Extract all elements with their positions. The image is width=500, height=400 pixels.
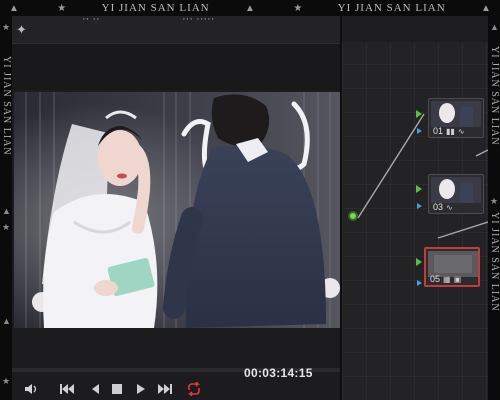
- node-03-thumbnail: [431, 177, 481, 203]
- watermark-top-strip: ▲ ★ YI JIAN SAN LIAN ▲ ★ YI JIAN SAN LIA…: [0, 0, 500, 16]
- window-icon: ▣: [453, 274, 462, 284]
- video-frame-image: [14, 92, 340, 328]
- node-01-thumbnail: [431, 101, 481, 127]
- skip-forward-icon[interactable]: [158, 383, 172, 395]
- node-03-key-port[interactable]: [417, 203, 422, 209]
- star-icon: ★: [293, 2, 303, 14]
- curve-icon: ∿: [446, 202, 453, 212]
- skip-back-icon[interactable]: [60, 383, 74, 395]
- viewer-toolbar: ✦ ·· ·· ··· ·····: [12, 13, 340, 44]
- histogram-icon: ▮▮: [446, 126, 455, 136]
- node-03-number: 03: [433, 202, 444, 212]
- thumbs-up-icon: ▲: [481, 2, 491, 14]
- node-graph-toolbar: [342, 16, 488, 42]
- loop-icon[interactable]: [186, 382, 202, 396]
- viewer-panel: ✦ ·· ·· ··· ·····: [12, 13, 340, 400]
- watermark-text-right-2: YI JIAN SAN LIAN: [489, 212, 500, 312]
- thumbs-up-icon: ▲: [2, 206, 11, 216]
- node-03-label-row: 03 ∿: [433, 202, 453, 212]
- watermark-right-strip: ▲ YI JIAN SAN LIAN ★ YI JIAN SAN LIAN: [488, 16, 500, 400]
- node-05-input-port[interactable]: [416, 258, 422, 266]
- node-01-input-port[interactable]: [416, 110, 422, 118]
- play-icon[interactable]: [136, 383, 146, 395]
- magic-wand-icon[interactable]: ✦: [16, 22, 27, 38]
- grid-icon: ▦: [443, 274, 451, 284]
- node-graph-source-input[interactable]: [348, 211, 358, 221]
- watermark-text-top-left: YI JIAN SAN LIAN: [101, 2, 210, 14]
- timecode-display: 00:03:14:15: [244, 366, 313, 380]
- curve-icon: ∿: [457, 126, 465, 136]
- watermark-text-right: YI JIAN SAN LIAN: [489, 46, 500, 146]
- viewer-empty-area: [12, 44, 340, 90]
- star-icon: ★: [2, 376, 11, 386]
- watermark-left-strip: ★ YI JIAN SAN LIAN ▲ ★ ▲ ★: [0, 16, 12, 400]
- watermark-text-left: YI JIAN SAN LIAN: [1, 56, 12, 156]
- speaker-icon[interactable]: [24, 383, 38, 395]
- star-icon: ★: [57, 2, 67, 14]
- node-05-label-row: 05 ▦ ▣: [430, 274, 461, 284]
- thumbs-up-icon: ▲: [9, 2, 19, 14]
- node-03-input-port[interactable]: [416, 185, 422, 193]
- node-01-number: 01: [433, 126, 444, 136]
- step-back-icon[interactable]: [90, 383, 100, 395]
- stop-icon[interactable]: [112, 384, 122, 394]
- node-05[interactable]: 05 ▦ ▣: [424, 247, 480, 287]
- star-icon: ★: [2, 222, 11, 232]
- node-01-key-port[interactable]: [417, 128, 422, 134]
- thumbs-up-icon: ▲: [2, 316, 11, 326]
- watermark-text-top-right: YI JIAN SAN LIAN: [337, 2, 446, 14]
- thumbs-up-icon: ▲: [490, 22, 499, 32]
- thumbs-up-icon: ▲: [245, 2, 255, 14]
- video-preview-frame[interactable]: [14, 92, 340, 328]
- node-01-label-row: 01 ▮▮ ∿: [433, 126, 465, 136]
- node-01[interactable]: 01 ▮▮ ∿: [428, 98, 484, 138]
- node-05-key-port[interactable]: [417, 280, 422, 286]
- node-03[interactable]: 03 ∿: [428, 174, 484, 214]
- star-icon: ★: [490, 196, 499, 206]
- star-icon: ★: [2, 22, 11, 32]
- node-05-number: 05: [430, 274, 441, 284]
